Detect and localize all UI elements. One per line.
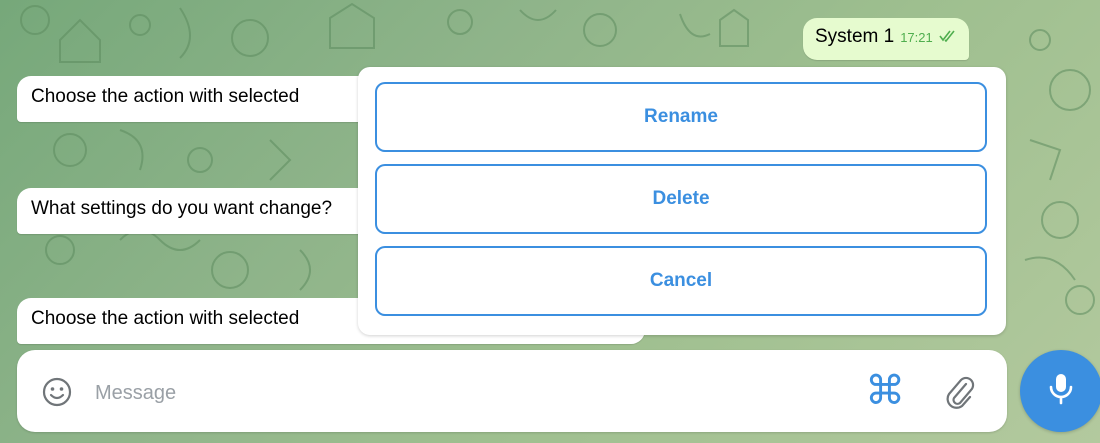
message-composer: ⌘ — [17, 350, 1007, 432]
microphone-icon — [1047, 372, 1075, 411]
cancel-button[interactable]: Cancel — [375, 246, 987, 316]
command-icon[interactable]: ⌘ — [862, 366, 908, 416]
message-text: Choose the action with selected — [31, 86, 300, 107]
incoming-message[interactable]: What settings do you want change? — [17, 188, 405, 234]
outgoing-message[interactable]: System 1 17:21 — [803, 18, 969, 60]
message-text: Choose the action with selected — [31, 308, 300, 329]
message-text: System 1 — [815, 26, 895, 47]
paperclip-icon[interactable] — [942, 374, 976, 410]
delete-button[interactable]: Delete — [375, 164, 987, 234]
message-time: 17:21 — [900, 30, 933, 45]
message-text: What settings do you want change? — [31, 198, 333, 219]
inline-keyboard: Rename Delete Cancel — [358, 67, 1006, 335]
double-check-icon — [939, 26, 957, 43]
message-input[interactable] — [93, 372, 837, 414]
voice-record-button[interactable] — [1020, 350, 1100, 432]
incoming-message[interactable]: Choose the action with selected — [17, 76, 405, 122]
chat-area: System 1 17:21 Choose the action with se… — [0, 0, 1100, 443]
rename-button[interactable]: Rename — [375, 82, 987, 152]
emoji-icon[interactable] — [41, 376, 73, 408]
